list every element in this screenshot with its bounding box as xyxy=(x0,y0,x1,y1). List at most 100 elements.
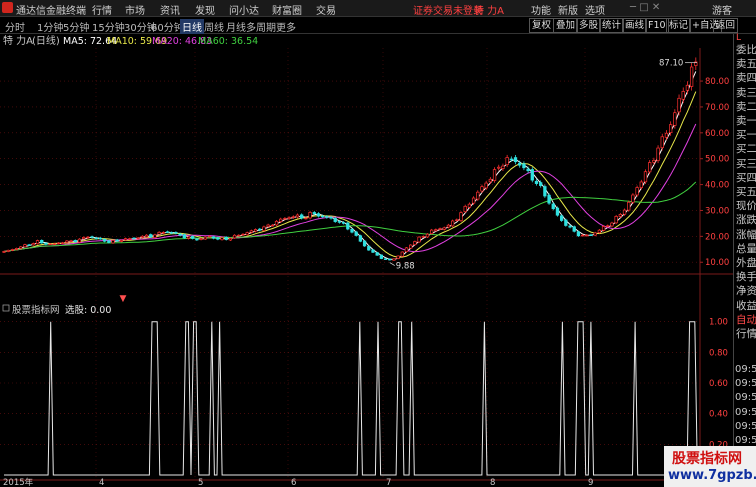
candle-up xyxy=(450,220,455,227)
candle-up xyxy=(203,236,207,240)
menu-item-faxian[interactable]: 发现 xyxy=(195,2,215,17)
chart-grid xyxy=(0,48,733,481)
x-tick-label: 9 xyxy=(588,478,593,487)
candle-down xyxy=(530,169,534,181)
candle-down xyxy=(509,158,513,161)
menu-item-jiaoyi[interactable]: 交易 xyxy=(316,2,336,17)
window-controls-icon[interactable]: ─ □ ✕ xyxy=(630,2,660,13)
candle-up xyxy=(82,237,86,240)
quote-field-label: 换手 xyxy=(736,271,756,284)
quote-field-label: 委比 xyxy=(736,44,756,56)
tick-time: 09:52 xyxy=(735,420,756,432)
candle-up xyxy=(606,225,610,227)
candle-up xyxy=(287,217,291,219)
candle-up xyxy=(656,147,660,161)
period-5min[interactable]: 5分钟 xyxy=(63,19,89,34)
tool-fuquan[interactable]: 复权 xyxy=(529,18,555,33)
quote-field-label[interactable]: 自动 xyxy=(736,312,756,327)
quote-field-label: 买四 xyxy=(736,171,756,184)
candle-up xyxy=(52,243,56,245)
menu-item-zixun[interactable]: 资讯 xyxy=(160,2,180,17)
x-tick-label: 2015年 xyxy=(3,477,34,487)
candle-up xyxy=(279,218,283,222)
period-15min[interactable]: 15分钟 xyxy=(92,19,125,34)
indicator-param: 选股: 0.00 xyxy=(65,304,111,316)
tool-biaoji[interactable]: 标记 xyxy=(666,18,692,33)
candle-up xyxy=(631,194,635,203)
candle-up xyxy=(689,66,694,87)
candle-down xyxy=(90,236,94,238)
x-tick-label: 4 xyxy=(99,478,104,487)
menu-item-wenxiaoda[interactable]: 问小达 xyxy=(229,2,259,17)
candle-up xyxy=(660,136,664,148)
menu-item-xuanxiang[interactable]: 选项 xyxy=(585,2,605,17)
candle-down xyxy=(98,237,103,240)
main-legend-stock: 特 力A xyxy=(3,34,33,47)
quote-field-label: 净资 xyxy=(736,285,756,298)
tool-diejia[interactable]: 叠加 xyxy=(553,18,579,33)
period-multi[interactable]: 多周期 xyxy=(246,19,276,34)
candle-down xyxy=(224,236,228,240)
menu-item-caifuquan[interactable]: 财富圈 xyxy=(272,2,302,17)
x-tick-label: 8 xyxy=(490,478,495,487)
quote-field-label: 卖三 xyxy=(736,86,756,99)
candle-up xyxy=(6,249,10,252)
candle-up xyxy=(685,84,690,91)
min-price-label: 9.88 xyxy=(396,262,415,272)
tool-duogu[interactable]: 多股 xyxy=(576,18,602,33)
tool-fanhui[interactable]: 返回 xyxy=(713,18,739,33)
menu-item-hangqing[interactable]: 行情 xyxy=(92,2,112,17)
period-more[interactable]: 更多 xyxy=(276,19,296,34)
period-daily[interactable]: 日线 xyxy=(180,19,204,34)
candle-down xyxy=(316,213,321,217)
candle-down xyxy=(195,238,199,241)
candle-up xyxy=(673,112,677,126)
price-annotation-pointer xyxy=(389,262,395,266)
candle-up xyxy=(241,233,245,236)
candle-down xyxy=(27,244,31,246)
quote-side-panel: L 委比 卖五 卖四 卖三 卖二 卖一 买一 买二 买三 买四 买五 现价 涨跌 涨幅 总量 外盘 换手 净资 收益… xyxy=(733,33,756,487)
candle-down xyxy=(94,237,98,240)
quote-field-label: 行情 xyxy=(736,328,756,340)
candle-up xyxy=(35,240,40,245)
period-1min[interactable]: 1分钟 xyxy=(37,19,63,34)
period-60min[interactable]: 60分钟 xyxy=(151,19,184,34)
candle-up xyxy=(501,165,505,169)
indicator-tick-label: 0.40 xyxy=(709,410,728,420)
candle-down xyxy=(518,162,522,166)
menu-item-gongneng[interactable]: 功能 xyxy=(531,2,551,17)
user-label[interactable]: 游客 xyxy=(712,2,732,17)
candle-up xyxy=(639,181,643,188)
candle-up xyxy=(228,238,233,241)
period-weekly[interactable]: 周线 xyxy=(204,19,224,34)
candle-up xyxy=(249,230,254,233)
candle-down xyxy=(539,182,543,186)
candle-up xyxy=(643,171,648,183)
quote-field-label: 涨幅 xyxy=(736,228,756,241)
tool-tongji[interactable]: 统计 xyxy=(599,18,625,33)
candle-down xyxy=(522,163,526,169)
login-warning[interactable]: 证券交易未登录 xyxy=(413,2,483,17)
watermark-title: 股票指标网 xyxy=(672,451,742,467)
candle-up xyxy=(31,243,35,246)
candle-up xyxy=(484,182,488,189)
candle-up xyxy=(467,203,472,208)
candle-down xyxy=(258,228,262,231)
menu-item-shichang[interactable]: 市场 xyxy=(125,2,145,17)
kline-chart-area[interactable]: 10.00 20.00 30.00 40.00 50.00 60.00 70.00 80.00… xyxy=(0,34,733,487)
quote-field-label: 卖四 xyxy=(736,72,756,85)
candle-up xyxy=(497,166,501,169)
tool-huaxian[interactable]: 画线 xyxy=(622,18,648,33)
candle-up xyxy=(119,240,124,242)
candle-up xyxy=(270,224,274,227)
menu-item-xinban[interactable]: 新版 xyxy=(558,2,578,17)
period-fenshi[interactable]: 分时 xyxy=(5,19,25,34)
candle-down xyxy=(576,231,581,237)
candle-down xyxy=(568,225,572,228)
legend-ma60: MA60: 36.54 xyxy=(198,36,258,47)
period-monthly[interactable]: 月线 xyxy=(226,19,246,34)
y-tick-label: 40.00 xyxy=(705,181,729,191)
y-tick-label: 50.00 xyxy=(705,155,729,165)
candle-up xyxy=(413,241,417,245)
candle-down xyxy=(333,217,337,222)
